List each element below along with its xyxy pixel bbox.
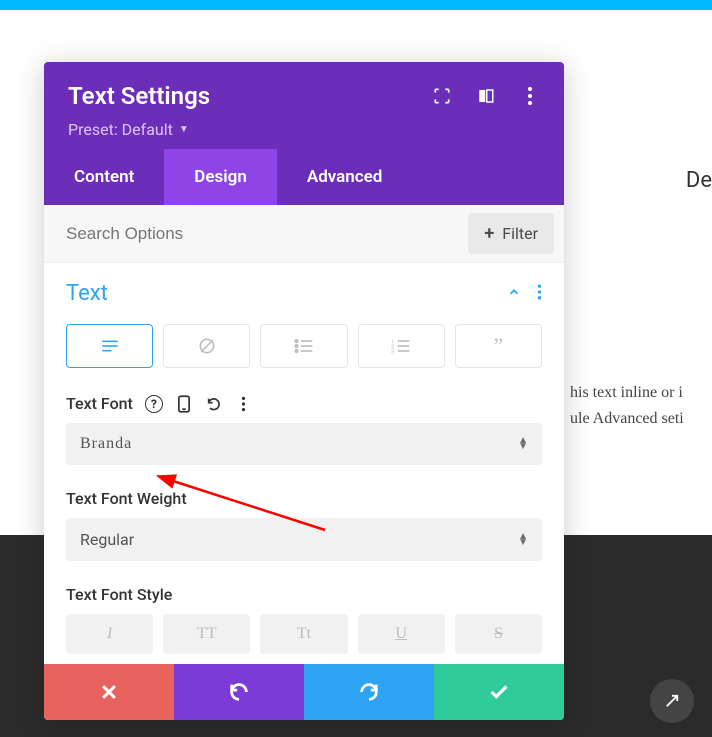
corner-fab[interactable]	[650, 679, 694, 723]
settings-panel: Text Settings	[44, 62, 564, 720]
page-top-bar	[0, 0, 712, 10]
weight-select-value: Regular	[80, 530, 134, 549]
redo-button[interactable]	[304, 664, 434, 720]
font-select[interactable]: Branda ▲▼	[66, 423, 542, 465]
updown-icon-2: ▲▼	[518, 534, 528, 546]
reset-icon[interactable]	[205, 395, 223, 413]
search-input[interactable]	[44, 206, 458, 262]
device-icon[interactable]	[175, 395, 193, 413]
font-select-value: Branda	[80, 435, 132, 453]
font-label-row: Text Font ?	[66, 394, 542, 413]
style-uppercase[interactable]: TT	[163, 614, 250, 654]
font-label: Text Font	[66, 394, 133, 413]
tab-advanced[interactable]: Advanced	[277, 149, 413, 205]
page-canvas: De his text inline or i ule Advanced set…	[0, 10, 712, 737]
expand-icon[interactable]	[432, 86, 452, 106]
style-underline[interactable]: U	[358, 614, 445, 654]
bg-hand-line2: ule Advanced seti	[570, 406, 684, 432]
save-button[interactable]	[434, 664, 564, 720]
columns-icon[interactable]	[476, 86, 496, 106]
font-more-icon[interactable]	[235, 395, 253, 413]
search-row: + Filter	[44, 205, 564, 263]
more-icon[interactable]	[520, 86, 540, 106]
panel-header: Text Settings	[44, 62, 564, 149]
font-style-row: I TT Tt U S	[66, 614, 542, 654]
collapse-icon[interactable]	[507, 284, 521, 303]
panel-tabs: Content Design Advanced	[44, 149, 564, 205]
updown-icon: ▲▼	[518, 438, 528, 450]
plus-icon: +	[484, 223, 494, 244]
seg-ol[interactable]: 123	[358, 324, 445, 368]
tab-content[interactable]: Content	[44, 149, 164, 205]
panel-title: Text Settings	[68, 82, 210, 110]
section-header: Text	[66, 281, 542, 306]
help-icon[interactable]: ?	[145, 395, 163, 413]
seg-ul[interactable]	[260, 324, 347, 368]
quote-icon: ”	[494, 333, 504, 359]
svg-text:3: 3	[391, 350, 394, 355]
section-title-text[interactable]: Text	[66, 281, 108, 306]
weight-select[interactable]: Regular ▲▼	[66, 518, 542, 561]
weight-label: Text Font Weight	[66, 489, 542, 508]
undo-button[interactable]	[174, 664, 304, 720]
background-handwriting: his text inline or i ule Advanced seti	[570, 380, 684, 431]
bg-hand-line1: his text inline or i	[570, 380, 684, 406]
style-strike[interactable]: S	[455, 614, 542, 654]
seg-link[interactable]	[163, 324, 250, 368]
background-text-right: De	[686, 168, 712, 193]
preset-dropdown[interactable]: Preset: Default ▼	[68, 120, 540, 139]
text-type-segmented: 123 ”	[66, 324, 542, 368]
chevron-down-icon: ▼	[179, 124, 189, 135]
font-mini-icons: ?	[145, 395, 253, 413]
panel-body: Text	[44, 263, 564, 664]
style-label: Text Font Style	[66, 585, 542, 604]
filter-button[interactable]: + Filter	[468, 213, 554, 254]
seg-quote[interactable]: ”	[455, 324, 542, 368]
section-more-icon[interactable]	[537, 283, 542, 305]
preset-label: Preset: Default	[68, 120, 173, 139]
style-italic[interactable]: I	[66, 614, 153, 654]
seg-paragraph[interactable]	[66, 324, 153, 368]
bottom-action-bar	[44, 664, 564, 720]
panel-header-icons	[432, 86, 540, 106]
panel-header-row: Text Settings	[68, 82, 540, 110]
close-button[interactable]	[44, 664, 174, 720]
filter-label: Filter	[502, 224, 538, 243]
tab-design[interactable]: Design	[164, 149, 277, 205]
style-capitalize[interactable]: Tt	[260, 614, 347, 654]
section-actions	[507, 283, 542, 305]
